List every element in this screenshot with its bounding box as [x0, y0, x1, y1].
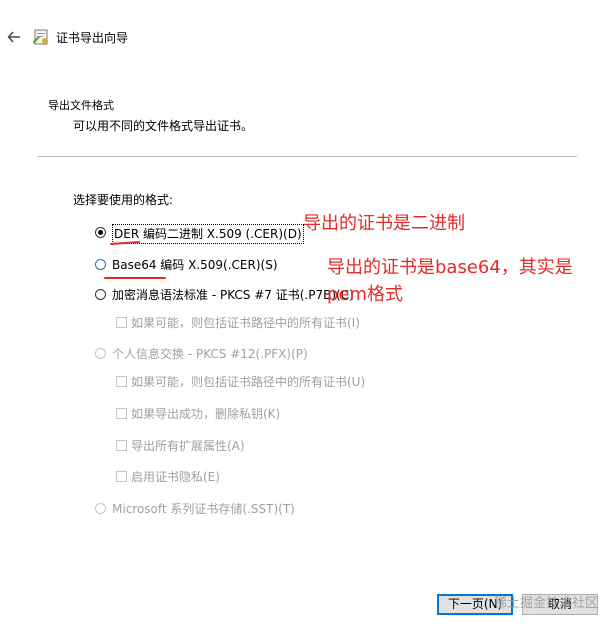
- radio-sst-label[interactable]: Microsoft 系列证书存储(.SST)(T): [112, 500, 295, 518]
- radio-sst-indicator[interactable]: [95, 503, 106, 514]
- checkbox-pfx-export-ext-box[interactable]: [116, 440, 127, 451]
- checkbox-pkcs7-include-chain-label[interactable]: 如果可能，则包括证书路径中的所有证书(I): [131, 314, 360, 332]
- radio-base64-label[interactable]: Base64 编码 X.509(.CER)(S): [112, 256, 278, 274]
- radio-pfx-label[interactable]: 个人信息交换 - PKCS #12(.PFX)(P): [112, 345, 308, 363]
- checkbox-pfx-delete-key-box[interactable]: [116, 408, 127, 419]
- checkbox-pfx-include-chain-box[interactable]: [116, 376, 127, 387]
- back-arrow-icon[interactable]: [7, 30, 21, 44]
- base64-red-underline: [104, 277, 166, 279]
- header-divider: [37, 156, 577, 157]
- watermark-text: 稀土掘金技术社区: [494, 596, 599, 611]
- checkbox-pfx-export-ext-label[interactable]: 导出所有扩展属性(A): [131, 437, 245, 455]
- checkbox-pfx-privacy-label[interactable]: 启用证书隐私(E): [131, 468, 220, 486]
- page-title: 导出文件格式: [48, 99, 114, 112]
- radio-pfx-indicator[interactable]: [95, 348, 106, 359]
- radio-der-indicator[interactable]: [95, 227, 106, 238]
- annotation-der-binary: 导出的证书是二进制: [303, 213, 465, 234]
- checkbox-pfx-include-chain-label[interactable]: 如果可能，则包括证书路径中的所有证书(U): [131, 373, 365, 391]
- checkbox-pkcs7-include-chain-box[interactable]: [116, 317, 127, 328]
- checkbox-pfx-delete-key-label[interactable]: 如果导出成功，删除私钥(K): [131, 405, 280, 423]
- checkbox-pfx-privacy-box[interactable]: [116, 471, 127, 482]
- format-section-label: 选择要使用的格式:: [73, 193, 174, 207]
- radio-pkcs7-indicator[interactable]: [95, 289, 106, 300]
- page-description: 可以用不同的文件格式导出证书。: [73, 119, 254, 133]
- radio-der-label[interactable]: DER 编码二进制 X.509 (.CER)(D): [112, 224, 304, 244]
- certificate-wizard-icon: [33, 29, 48, 45]
- wizard-title: 证书导出向导: [56, 31, 129, 45]
- radio-pkcs7-label[interactable]: 加密消息语法标准 - PKCS #7 证书(.P7B)(C): [112, 286, 354, 304]
- annotation-base64-line2: pem格式: [327, 284, 404, 305]
- annotation-base64-line1: 导出的证书是base64，其实是: [327, 257, 573, 278]
- radio-base64-indicator[interactable]: [95, 259, 106, 270]
- wizard-title-bar: 证书导出向导: [0, 22, 614, 54]
